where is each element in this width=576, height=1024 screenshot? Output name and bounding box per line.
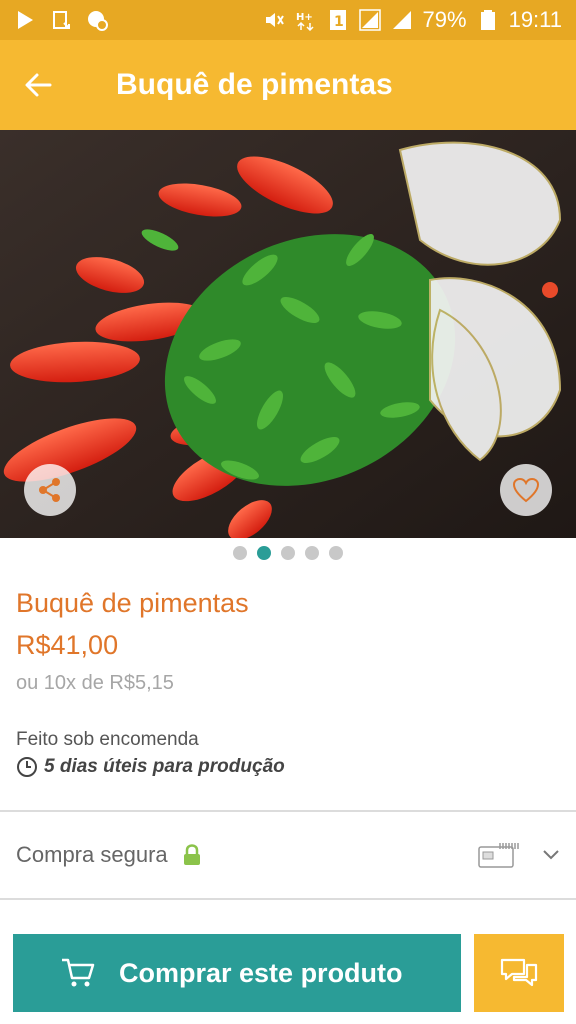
download-icon: [53, 11, 70, 29]
production-time: 5 dias úteis para produção: [16, 756, 285, 778]
pagination-dot-active[interactable]: [257, 546, 271, 560]
app-bar: Buquê de pimentas: [0, 40, 576, 130]
credit-card-icon: [478, 843, 519, 868]
arrow-left-icon: [25, 73, 52, 97]
back-button[interactable]: [0, 40, 76, 130]
page-title: Buquê de pimentas: [116, 68, 393, 101]
cart-icon: [62, 958, 95, 987]
signal-icon: [358, 9, 381, 31]
clock-icon: [17, 757, 37, 777]
svg-text:H+: H+: [296, 12, 313, 23]
mute-icon: [265, 13, 284, 27]
sim-icon: 1: [329, 10, 346, 30]
favorite-button[interactable]: [500, 464, 552, 516]
messenger-icon: [88, 11, 108, 31]
product-price: R$41,00: [16, 630, 119, 660]
buy-button-label: Comprar este produto: [119, 957, 403, 988]
svg-text:1: 1: [334, 14, 344, 30]
share-button[interactable]: [24, 464, 76, 516]
battery-percent: 79%: [422, 7, 467, 32]
secure-purchase-label: Compra segura: [16, 842, 168, 867]
hplus-icon: H+: [296, 12, 314, 31]
heart-icon: [512, 477, 540, 503]
pagination-dot[interactable]: [329, 546, 343, 560]
status-time: 19:11: [508, 7, 562, 32]
product-photo: [0, 130, 576, 538]
product-image-gallery[interactable]: [0, 130, 576, 538]
chevron-down-icon: [543, 850, 559, 860]
product-name: Buquê de pimentas: [16, 588, 249, 618]
share-icon: [39, 478, 60, 502]
buy-button[interactable]: Comprar este produto: [13, 934, 461, 1012]
chat-button[interactable]: [474, 934, 564, 1012]
chat-icon: [500, 958, 538, 987]
battery-icon: [480, 10, 495, 30]
divider: [0, 898, 576, 900]
secure-purchase-row[interactable]: Compra segura: [0, 812, 576, 898]
pagination-dot[interactable]: [305, 546, 319, 560]
gallery-pagination: [0, 544, 576, 562]
pagination-dot[interactable]: [281, 546, 295, 560]
made-to-order-label: Feito sob encomenda: [16, 729, 199, 750]
play-icon: [18, 11, 33, 29]
production-time-text: 5 dias úteis para produção: [44, 756, 285, 777]
installments-text: ou 10x de R$5,15: [16, 672, 174, 694]
bottom-action-bar: Comprar este produto: [0, 924, 576, 1024]
lock-icon: [183, 844, 200, 865]
pagination-dot[interactable]: [233, 546, 247, 560]
signal-icon: [392, 11, 411, 29]
status-bar: H+ 1 79% 19:11: [0, 0, 576, 40]
